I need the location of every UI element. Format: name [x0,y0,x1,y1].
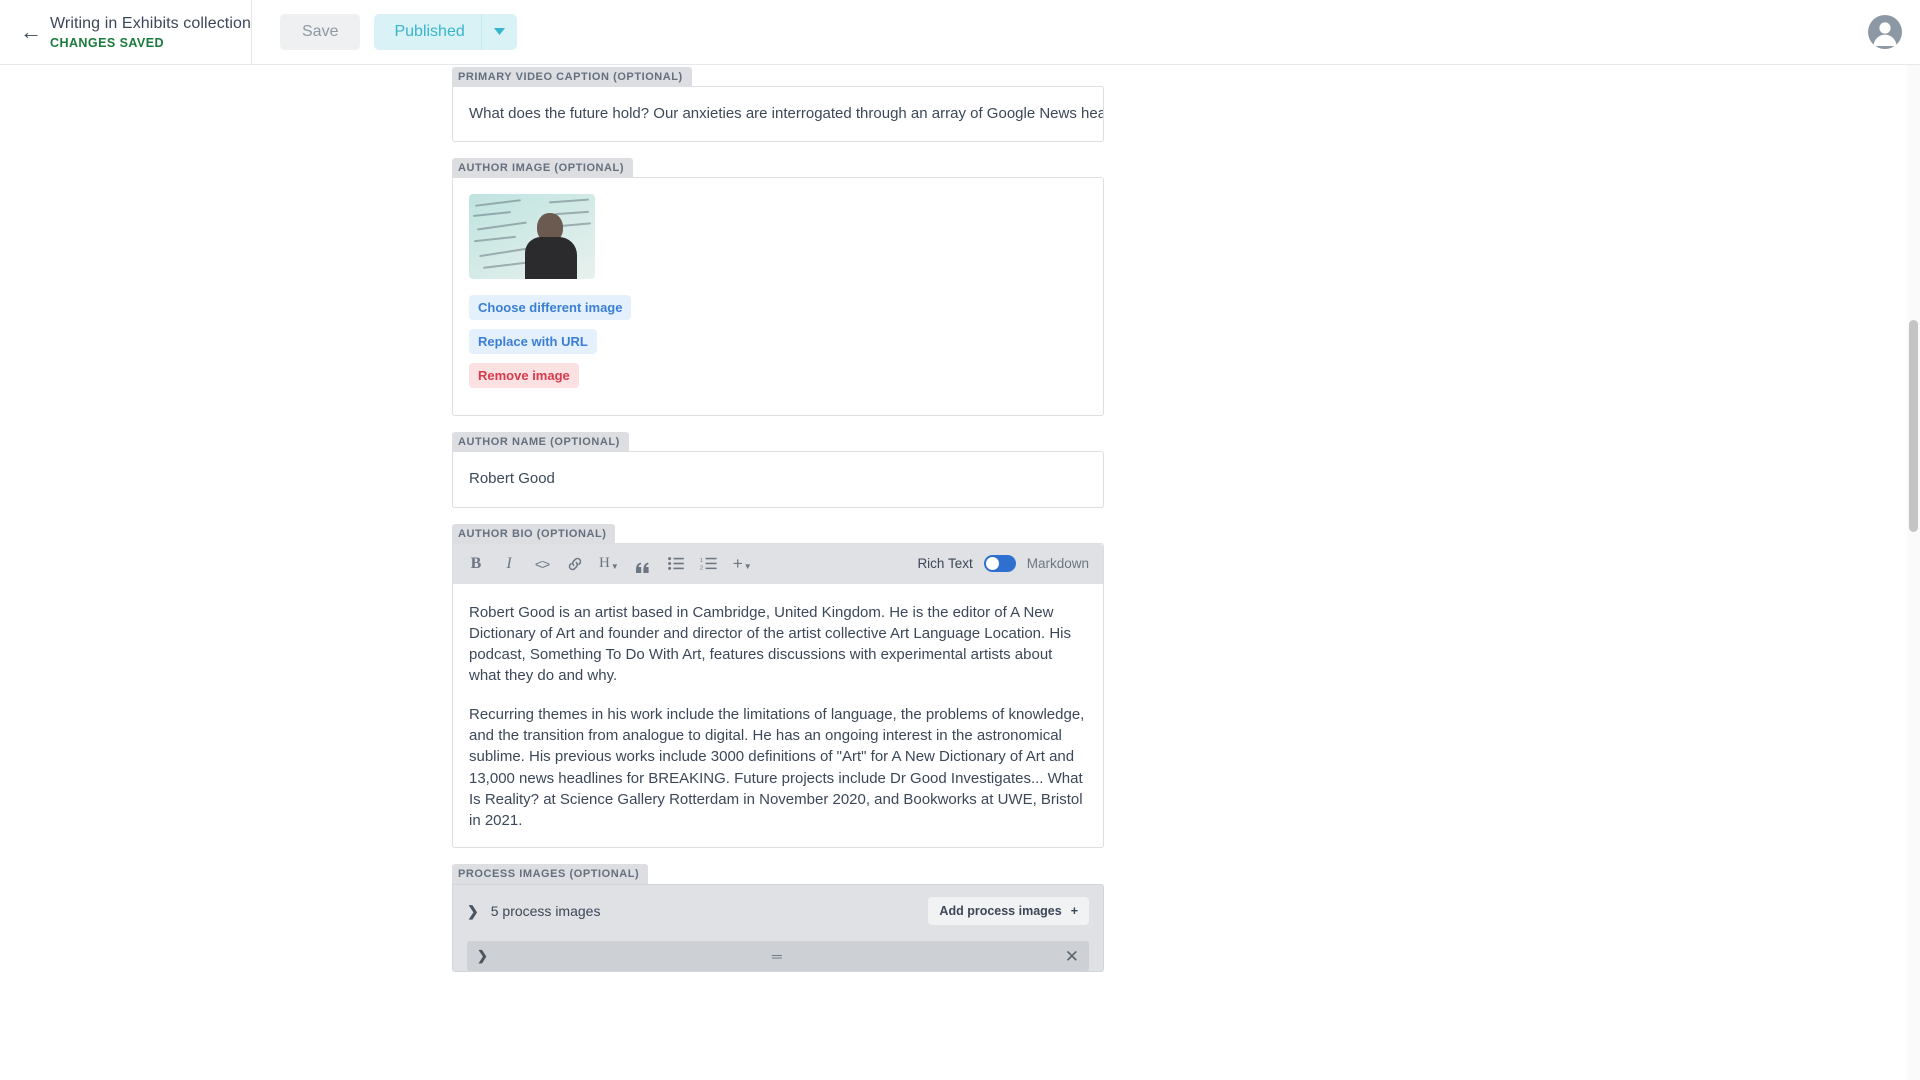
publish-status-group: Published [374,14,517,50]
link-icon[interactable] [566,551,584,577]
heading-icon[interactable]: H ▼ [599,551,619,577]
field-body: B I <> H ▼ 1 2 + ▼ Rich Text Markdown Ro… [452,542,1104,849]
form-column: PRIMARY VIDEO CAPTION (OPTIONAL) What do… [452,65,1104,973]
add-process-images-button[interactable]: Add process images + [928,897,1089,926]
back-arrow-icon[interactable]: ← [20,21,50,43]
field-author-bio: AUTHOR BIO (OPTIONAL) B I <> H ▼ 1 2 + ▼… [452,523,1104,850]
svg-text:2: 2 [700,565,703,570]
field-label: AUTHOR IMAGE (OPTIONAL) [452,158,634,179]
code-icon[interactable]: <> [533,551,551,577]
markdown-mode-label[interactable]: Markdown [1027,556,1089,571]
top-app-bar: ← Writing in Exhibits collection CHANGES… [0,0,1920,65]
drag-handle-icon[interactable]: ═ [772,948,782,964]
thumbnail-person [525,213,577,280]
blockquote-icon[interactable] [634,551,652,577]
chevron-right-icon[interactable]: ❯ [477,948,488,964]
thumbnail-person-body [525,237,577,280]
process-images-header: ❯ 5 process images Add process images + [453,885,1103,937]
field-body: Choose different image Replace with URL … [452,177,1104,417]
chevron-down-icon[interactable] [480,14,517,50]
bio-paragraph: Robert Good is an artist based in Cambri… [469,603,1072,685]
process-images-count: 5 process images [490,903,601,920]
chevron-down-icon: ▼ [743,562,752,571]
primary-video-caption-input[interactable]: What does the future hold? Our anxieties… [453,87,1103,141]
field-label: PRIMARY VIDEO CAPTION (OPTIONAL) [452,67,692,87]
document-title-block: Writing in Exhibits collection CHANGES S… [50,14,251,50]
numbered-list-icon[interactable]: 1 2 [700,551,718,577]
plus-glyph: + [732,554,743,573]
chevron-down-icon: ▼ [610,562,619,571]
author-name-input[interactable]: Robert Good [453,452,1103,506]
italic-icon[interactable]: I [500,551,518,577]
author-photo-thumbnail[interactable] [469,194,595,280]
field-label: AUTHOR BIO (OPTIONAL) [452,523,616,544]
toggle-knob [985,557,999,570]
add-more-icon[interactable]: + ▼ [733,551,752,577]
process-image-row[interactable]: ❯ ═ ✕ [467,941,1089,972]
editor-scroll-area: PRIMARY VIDEO CAPTION (OPTIONAL) What do… [0,65,1920,1080]
editor-mode-switch: Rich Text Markdown [917,555,1089,572]
rich-text-toolbar: B I <> H ▼ 1 2 + ▼ Rich Text Markdown [453,543,1103,584]
field-body: Robert Good [452,451,1104,508]
bio-paragraph: Recurring themes in his work include the… [469,705,1085,830]
chevron-right-icon[interactable]: ❯ [467,903,479,920]
field-label: AUTHOR NAME (OPTIONAL) [452,432,629,453]
bold-icon[interactable]: B [467,551,485,577]
vertical-scrollbar-track[interactable] [1907,65,1920,1080]
image-action-row: Replace with URL [469,329,1087,363]
field-author-image: AUTHOR IMAGE (OPTIONAL) Choose different… [452,158,1104,417]
field-author-name: AUTHOR NAME (OPTIONAL) Robert Good [452,432,1104,508]
bulleted-list-icon[interactable] [667,551,685,577]
toolbar-actions: Save Published [252,14,517,50]
field-body: What does the future hold? Our anxieties… [452,86,1104,143]
save-button[interactable]: Save [280,14,361,50]
heading-letter: H [599,555,610,571]
user-avatar-icon[interactable] [1868,15,1902,49]
back-and-title-zone: ← Writing in Exhibits collection CHANGES… [0,0,252,64]
publish-status-button[interactable]: Published [374,14,480,50]
field-body: ❯ 5 process images Add process images + … [452,884,1104,973]
formatting-icon-group: B I <> H ▼ 1 2 + ▼ [467,551,752,577]
close-icon[interactable]: ✕ [1065,948,1079,965]
status-badge: CHANGES SAVED [49,36,164,50]
field-label: PROCESS IMAGES (OPTIONAL) [452,864,649,885]
remove-image-button[interactable]: Remove image [469,363,579,389]
field-process-images: PROCESS IMAGES (OPTIONAL) ❯ 5 process im… [452,864,1104,973]
page-title: Writing in Exhibits collection [49,15,251,32]
plus-icon: + [1070,904,1078,919]
replace-with-url-button[interactable]: Replace with URL [469,329,597,355]
add-process-images-label: Add process images [939,904,1062,919]
rich-text-mode-label[interactable]: Rich Text [917,556,972,571]
svg-text:1: 1 [700,558,703,564]
author-bio-editor[interactable]: Robert Good is an artist based in Cambri… [453,584,1103,848]
editor-mode-toggle[interactable] [983,555,1016,572]
choose-different-image-button[interactable]: Choose different image [469,295,632,321]
vertical-scrollbar-thumb[interactable] [1909,320,1918,532]
image-action-row: Remove image [469,363,1087,397]
field-primary-video-caption: PRIMARY VIDEO CAPTION (OPTIONAL) What do… [452,67,1104,143]
image-action-row: Choose different image [469,295,1087,329]
